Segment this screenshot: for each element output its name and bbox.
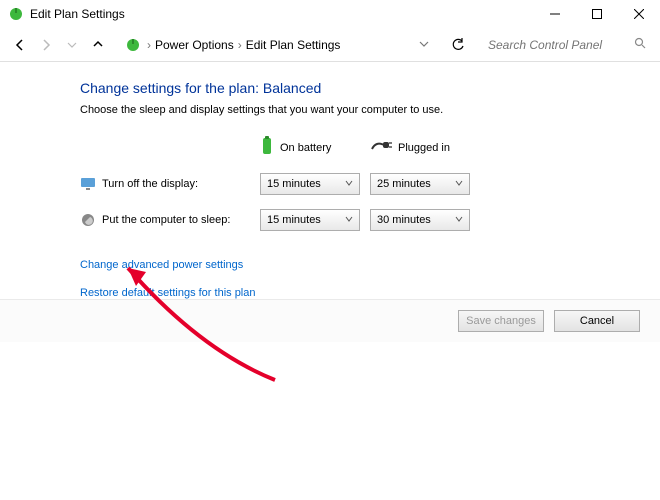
sleep-battery-select[interactable]: 15 minutes	[260, 209, 360, 231]
control-panel-icon	[125, 37, 141, 53]
search-input[interactable]	[488, 38, 646, 52]
chevron-down-icon	[345, 178, 353, 190]
chevron-down-icon	[455, 214, 463, 226]
row-display: Turn off the display:	[80, 176, 260, 192]
plug-icon	[370, 139, 392, 156]
navbar: › Power Options › Edit Plan Settings	[0, 28, 660, 62]
links-section: Change advanced power settings Restore d…	[80, 259, 660, 299]
restore-defaults-link[interactable]: Restore default settings for this plan	[80, 287, 660, 299]
titlebar: Edit Plan Settings	[0, 0, 660, 28]
maximize-button[interactable]	[576, 0, 618, 28]
display-battery-value: 15 minutes	[267, 178, 321, 190]
back-button[interactable]	[8, 33, 32, 57]
breadcrumb[interactable]: › Power Options › Edit Plan Settings	[120, 33, 434, 57]
sleep-icon	[80, 212, 96, 228]
search-box[interactable]	[482, 33, 652, 57]
chevron-right-icon: ›	[236, 38, 244, 52]
window-title: Edit Plan Settings	[30, 7, 125, 21]
button-bar: Save changes Cancel	[0, 299, 660, 342]
display-plugged-value: 25 minutes	[377, 178, 431, 190]
column-label-battery: On battery	[280, 142, 331, 154]
column-header-plugged: Plugged in	[370, 139, 480, 156]
minimize-button[interactable]	[534, 0, 576, 28]
content: Change settings for the plan: Balanced C…	[0, 62, 660, 299]
save-button[interactable]: Save changes	[458, 310, 544, 332]
close-button[interactable]	[618, 0, 660, 28]
sleep-plugged-value: 30 minutes	[377, 214, 431, 226]
column-header-battery: On battery	[260, 136, 370, 159]
power-plan-icon	[8, 6, 24, 22]
forward-button[interactable]	[34, 33, 58, 57]
refresh-button[interactable]	[446, 33, 470, 57]
page-subheading: Choose the sleep and display settings th…	[80, 104, 500, 116]
display-battery-select[interactable]: 15 minutes	[260, 173, 360, 195]
display-plugged-select[interactable]: 25 minutes	[370, 173, 470, 195]
cancel-button[interactable]: Cancel	[554, 310, 640, 332]
chevron-down-icon	[345, 214, 353, 226]
row-label-sleep: Put the computer to sleep:	[102, 214, 230, 226]
monitor-icon	[80, 176, 96, 192]
breadcrumb-seg-edit-plan[interactable]: Edit Plan Settings	[244, 38, 343, 52]
window-controls	[534, 0, 660, 28]
column-label-plugged: Plugged in	[398, 142, 450, 154]
search-icon	[634, 37, 646, 52]
advanced-settings-link[interactable]: Change advanced power settings	[80, 259, 660, 271]
recent-dropdown[interactable]	[60, 33, 84, 57]
breadcrumb-seg-power-options[interactable]: Power Options	[153, 38, 236, 52]
chevron-down-icon[interactable]	[419, 38, 429, 52]
chevron-right-icon: ›	[145, 38, 153, 52]
up-button[interactable]	[86, 33, 110, 57]
row-label-display: Turn off the display:	[102, 178, 198, 190]
row-sleep: Put the computer to sleep:	[80, 212, 260, 228]
sleep-plugged-select[interactable]: 30 minutes	[370, 209, 470, 231]
page-heading: Change settings for the plan: Balanced	[80, 80, 660, 96]
chevron-down-icon	[455, 178, 463, 190]
sleep-battery-value: 15 minutes	[267, 214, 321, 226]
battery-icon	[260, 136, 274, 159]
settings-grid: On battery Plugged in Turn off the displ…	[80, 136, 660, 231]
